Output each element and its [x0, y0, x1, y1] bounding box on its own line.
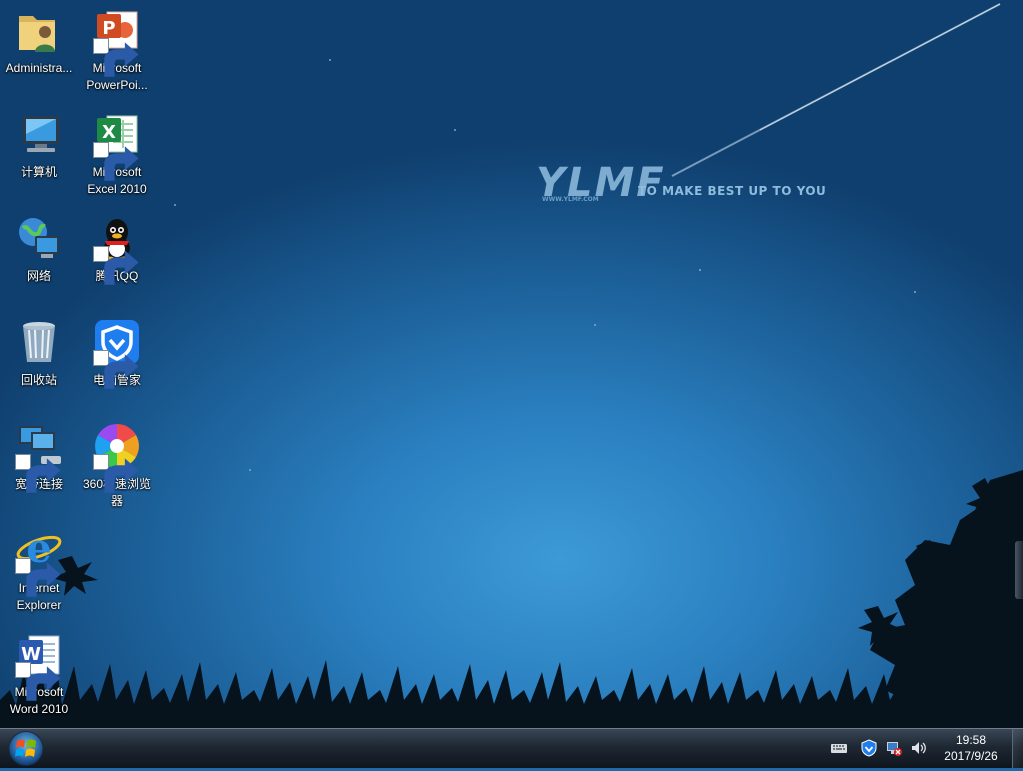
- desktop-icon-word[interactable]: W Microsoft Word 2010: [1, 630, 77, 718]
- shortcut-arrow-icon: [15, 662, 61, 701]
- shortcut-arrow-icon: [93, 246, 139, 285]
- recycle-bin-icon: [15, 318, 63, 366]
- clock-date: 2017/9/26: [944, 749, 998, 763]
- pc-manager-shield-icon: [93, 318, 141, 389]
- security-shield-icon[interactable]: [860, 739, 878, 757]
- clock-time: 19:58: [955, 733, 987, 747]
- shortcut-arrow-icon: [15, 454, 61, 493]
- network-status-icon[interactable]: [885, 739, 903, 757]
- svg-text:P: P: [102, 18, 115, 39]
- taskbar-clock[interactable]: 19:58 2017/9/26: [936, 732, 1006, 764]
- shortcut-arrow-icon: [93, 142, 139, 181]
- svg-text:X: X: [102, 122, 116, 143]
- desktop-icon-pc-manager[interactable]: 电脑管家: [79, 318, 155, 389]
- network-icon: [15, 214, 63, 262]
- powerpoint-icon: P: [93, 6, 141, 77]
- excel-icon: X: [93, 110, 141, 181]
- brand-tagline: TO MAKE BEST UP TO YOU: [638, 184, 827, 198]
- broadband-connection-icon: [15, 422, 63, 493]
- desktop-icon-recycle-bin[interactable]: 回收站: [1, 318, 77, 389]
- icon-label: 计算机: [20, 165, 57, 179]
- wallpaper-brand-logo: YLMF TO MAKE BEST UP TO YOU WWW.YLMF.COM: [536, 160, 826, 206]
- desktop-icon-360-browser[interactable]: 360极速浏览器: [79, 422, 155, 510]
- user-folder-icon: [15, 6, 63, 54]
- desktop-icon-network[interactable]: 网络: [1, 214, 77, 285]
- internet-explorer-icon: e: [15, 526, 63, 597]
- desktop-icon-computer[interactable]: 计算机: [1, 110, 77, 181]
- volume-icon[interactable]: [910, 739, 928, 757]
- qq-penguin-icon: [93, 214, 141, 285]
- start-button[interactable]: [6, 730, 46, 767]
- desktop-icon-broadband[interactable]: 宽带连接: [1, 422, 77, 493]
- desktop-icon-qq[interactable]: 腾讯QQ: [79, 214, 155, 285]
- keyboard-icon[interactable]: [830, 739, 848, 757]
- desktop-icon-internet-explorer[interactable]: e Internet Explorer: [1, 526, 77, 614]
- 360-browser-icon: [93, 422, 141, 493]
- desktop-icon-powerpoint[interactable]: P Microsoft PowerPoi...: [79, 6, 155, 94]
- icon-label: 网络: [26, 269, 51, 283]
- shortcut-arrow-icon: [93, 350, 139, 389]
- gadget-handle[interactable]: [1015, 541, 1023, 599]
- desktop-icon-excel[interactable]: X Microsoft Excel 2010: [79, 110, 155, 198]
- word-icon: W: [15, 630, 63, 701]
- show-desktop-button[interactable]: [1012, 729, 1023, 768]
- computer-icon: [15, 110, 63, 158]
- shortcut-arrow-icon: [15, 558, 61, 597]
- icon-label: 回收站: [20, 373, 57, 387]
- desktop-icon-administrator[interactable]: Administra...: [1, 6, 77, 77]
- brand-url: WWW.YLMF.COM: [542, 196, 599, 203]
- shortcut-arrow-icon: [93, 454, 139, 493]
- taskbar: 19:58 2017/9/26: [0, 728, 1023, 768]
- icon-label: Administra...: [5, 61, 73, 75]
- desktop[interactable]: YLMF TO MAKE BEST UP TO YOU WWW.YLMF.COM…: [0, 0, 1023, 728]
- windows-orb-icon: [8, 731, 44, 766]
- shortcut-arrow-icon: [93, 38, 139, 77]
